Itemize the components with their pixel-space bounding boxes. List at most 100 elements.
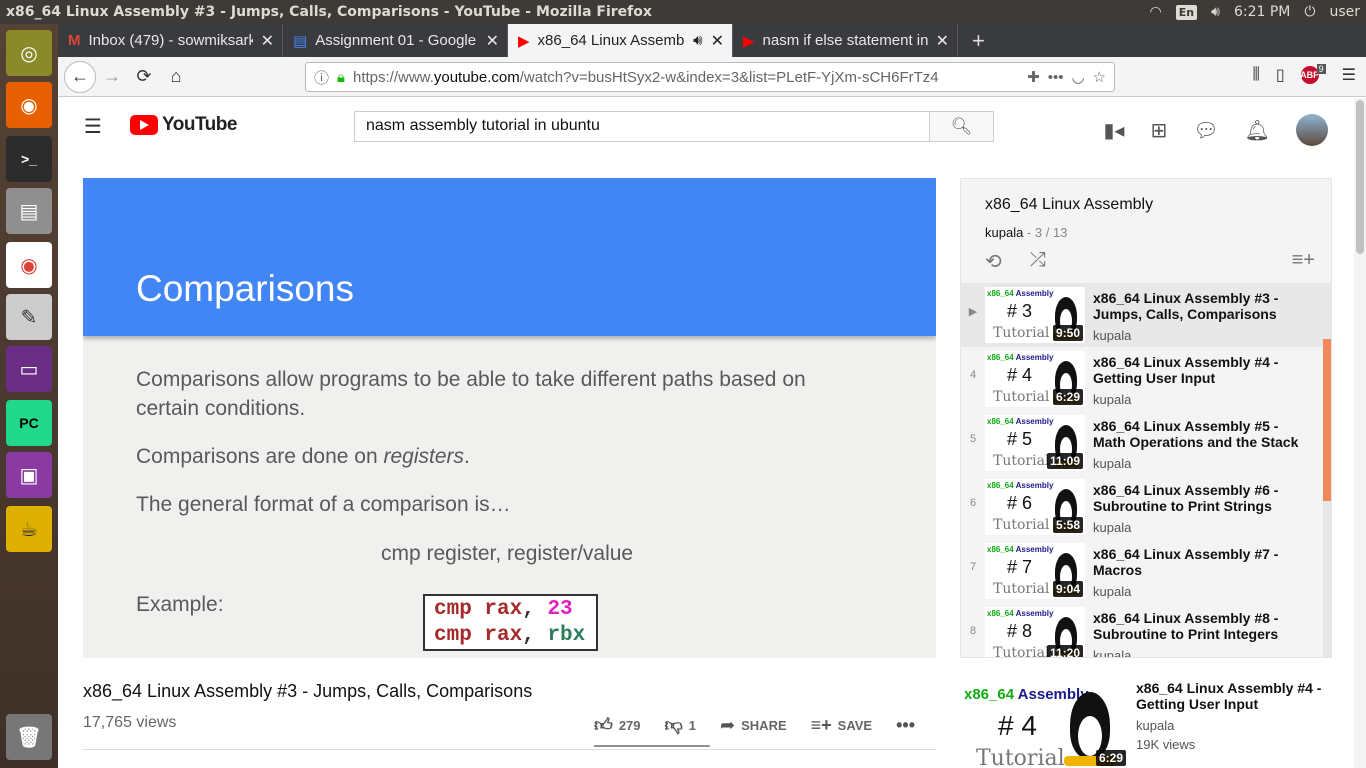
trash-icon[interactable]: 🗑︎ xyxy=(6,714,52,760)
home-button[interactable]: ⌂ xyxy=(160,61,192,93)
playlist-thumbnail[interactable]: x86_64 Assembly # 7 Tutorial 9:04 xyxy=(985,543,1085,599)
up-next-channel[interactable]: kupala xyxy=(1136,718,1326,733)
firefox-icon[interactable]: ◉ xyxy=(6,82,52,128)
playlist-item[interactable]: 7 x86_64 Assembly # 7 Tutorial 9:04 x86_64 Li… xyxy=(961,539,1323,603)
sidebar-icon[interactable]: ▯ xyxy=(1276,65,1285,85)
lock-icon[interactable]: 🔒︎ xyxy=(337,69,345,86)
text-editor-icon[interactable]: ✎ xyxy=(6,294,52,340)
playlist-item-channel[interactable]: kupala xyxy=(1093,328,1131,343)
speaker-icon[interactable]: 🔊︎ xyxy=(693,32,702,49)
info-icon[interactable]: ⓘ xyxy=(314,67,329,88)
menu-icon[interactable]: ☰ xyxy=(1342,65,1356,85)
playlist-item-channel[interactable]: kupala xyxy=(1093,456,1131,471)
playlist-item-title[interactable]: x86_64 Linux Assembly #7 - Macros xyxy=(1093,546,1313,578)
extension-puzzle-icon[interactable]: ✚ xyxy=(1027,68,1040,86)
ubuntu-dash-icon[interactable]: ◎ xyxy=(6,30,52,76)
app-window-icon[interactable]: ▭ xyxy=(6,346,52,392)
save-button[interactable]: ≡+ SAVE xyxy=(811,715,872,736)
wifi-icon[interactable]: ◠ xyxy=(1150,4,1162,20)
more-actions-button[interactable]: ••• xyxy=(896,715,915,736)
playlist-item[interactable]: 8 x86_64 Assembly # 8 Tutorial 11:20 x86_64 L… xyxy=(961,603,1323,657)
power-icon[interactable]: ⏻ xyxy=(1304,4,1315,20)
messages-icon[interactable]: 💬︎ xyxy=(1193,118,1218,143)
close-tab-icon[interactable]: ✕ xyxy=(486,31,499,51)
terminal-icon[interactable]: >_ xyxy=(6,136,52,182)
up-next-video[interactable]: x86_64 Assembly # 4 Tutorial 6:29 x86_64… xyxy=(960,678,1332,768)
guide-menu-icon[interactable]: ☰ xyxy=(84,114,104,139)
url-text[interactable]: https://www.youtube.com/watch?v=busHtSyx… xyxy=(353,69,1019,86)
dislike-button[interactable]: 👎︎ 1 xyxy=(665,714,697,736)
playlist-thumbnail[interactable]: x86_64 Assembly # 3 Tutorial 9:50 xyxy=(985,287,1085,343)
playlist-item-title[interactable]: x86_64 Linux Assembly #8 - Subroutine to… xyxy=(1093,610,1313,642)
playlist-item-title[interactable]: x86_64 Linux Assembly #3 - Jumps, Calls,… xyxy=(1093,290,1313,322)
page-scroll-thumb[interactable] xyxy=(1356,100,1364,254)
youtube-header: ☰ YouTube nasm assembly tutorial in ubun… xyxy=(58,98,1366,154)
playlist-item-title[interactable]: x86_64 Linux Assembly #4 - Getting User … xyxy=(1093,354,1313,386)
playlist-item-channel[interactable]: kupala xyxy=(1093,648,1131,657)
playlist-scrollbar[interactable] xyxy=(1323,283,1331,657)
page-actions-icon[interactable]: ••• xyxy=(1048,69,1064,86)
close-tab-icon[interactable]: ✕ xyxy=(936,31,949,51)
video-player[interactable]: Comparisons Comparisons allow programs t… xyxy=(83,178,936,658)
playlist-scroll-thumb[interactable] xyxy=(1323,339,1331,501)
playlist-title[interactable]: x86_64 Linux Assembly xyxy=(985,196,1153,214)
address-bar[interactable]: ⓘ 🔒︎ https://www.youtube.com/watch?v=bus… xyxy=(305,62,1115,92)
playlist-items: ▶ x86_64 Assembly # 3 Tutorial 9:50 x86_64 Li… xyxy=(961,283,1323,657)
search-button[interactable]: 🔍︎ xyxy=(929,111,994,142)
files-icon[interactable]: ▤ xyxy=(6,188,52,234)
keyboard-layout-indicator[interactable]: En xyxy=(1175,4,1198,20)
teapot-app-icon[interactable]: ☕︎ xyxy=(6,506,52,552)
close-tab-icon[interactable]: ✕ xyxy=(261,31,274,51)
back-button[interactable]: ← xyxy=(64,60,96,93)
playlist-item[interactable]: 5 x86_64 Assembly # 5 Tutorial 11:09 x86_64 L… xyxy=(961,411,1323,475)
playlist-item[interactable]: 4 x86_64 Assembly # 4 Tutorial 6:29 x86_64 Li… xyxy=(961,347,1323,411)
playlist-thumbnail[interactable]: x86_64 Assembly # 5 Tutorial 11:09 xyxy=(985,415,1085,471)
window-title: x86_64 Linux Assembly #3 - Jumps, Calls,… xyxy=(6,4,652,20)
playlist-item-title[interactable]: x86_64 Linux Assembly #5 - Math Operatio… xyxy=(1093,418,1313,450)
tab-youtube-nasm[interactable]: ▶ nasm if else statement in ✕ xyxy=(733,24,958,57)
bookmark-star-icon[interactable]: ☆ xyxy=(1093,68,1106,86)
library-icon[interactable]: ⫼ xyxy=(1252,66,1259,84)
volume-icon[interactable]: 🔊︎ xyxy=(1211,4,1220,20)
playlist-item-channel[interactable]: kupala xyxy=(1093,392,1131,407)
playlist-item[interactable]: 6 x86_64 Assembly # 6 Tutorial 5:58 x86_64 Li… xyxy=(961,475,1323,539)
playlist-channel[interactable]: kupala xyxy=(985,225,1023,240)
playlist-item[interactable]: ▶ x86_64 Assembly # 3 Tutorial 9:50 x86_64 Li… xyxy=(961,283,1323,347)
chrome-icon[interactable]: ◉ xyxy=(6,242,52,288)
clock[interactable]: 6:21 PM xyxy=(1234,4,1290,20)
user-name[interactable]: user xyxy=(1329,4,1360,20)
up-next-title[interactable]: x86_64 Linux Assembly #4 - Getting User … xyxy=(1136,680,1326,712)
thumb-number: # 3 xyxy=(1007,301,1033,321)
share-button[interactable]: ➦ SHARE xyxy=(720,715,787,736)
apps-grid-icon[interactable]: ⊞ xyxy=(1150,118,1167,143)
youtube-logo[interactable]: YouTube xyxy=(130,114,237,136)
notifications-bell-icon[interactable]: 🔔︎ xyxy=(1245,118,1270,143)
forward-button[interactable]: → xyxy=(96,61,128,93)
tab-google-docs[interactable]: ▤ Assignment 01 - Google Docs ✕ xyxy=(283,24,508,57)
create-video-icon[interactable]: ▮◂ xyxy=(1103,118,1124,143)
search-input[interactable]: nasm assembly tutorial in ubuntu xyxy=(354,111,930,142)
tab-gmail[interactable]: M Inbox (479) - sowmiksarker ✕ xyxy=(58,24,283,57)
close-tab-icon[interactable]: ✕ xyxy=(711,31,724,51)
thumb-number: # 4 xyxy=(998,710,1037,741)
avatar[interactable] xyxy=(1296,114,1328,146)
screen-app-icon[interactable]: ▣ xyxy=(6,452,52,498)
add-to-queue-icon[interactable]: ≡+ xyxy=(1292,249,1315,272)
like-button[interactable]: 👍︎ 279 xyxy=(594,714,641,736)
playlist-index: 8 xyxy=(969,625,977,637)
reload-button[interactable]: ⟳ xyxy=(128,61,160,93)
shuffle-icon[interactable]: ⤮ xyxy=(1030,249,1046,274)
tab-youtube-active[interactable]: ▶ x86_64 Linux Assembly #3 🔊︎ ✕ xyxy=(508,24,733,57)
playlist-thumbnail[interactable]: x86_64 Assembly # 4 Tutorial 6:29 xyxy=(985,351,1085,407)
loop-icon[interactable]: ⟲ xyxy=(985,249,1002,274)
playlist-thumbnail[interactable]: x86_64 Assembly # 8 Tutorial 11:20 xyxy=(985,607,1085,657)
playlist-thumbnail[interactable]: x86_64 Assembly # 6 Tutorial 5:58 xyxy=(985,479,1085,535)
playlist-item-channel[interactable]: kupala xyxy=(1093,584,1131,599)
playlist-item-channel[interactable]: kupala xyxy=(1093,520,1131,535)
playlist-item-title[interactable]: x86_64 Linux Assembly #6 - Subroutine to… xyxy=(1093,482,1313,514)
up-next-thumbnail[interactable]: x86_64 Assembly # 4 Tutorial 6:29 xyxy=(960,678,1128,768)
pocket-icon[interactable]: ◡ xyxy=(1071,68,1084,86)
page-scrollbar[interactable] xyxy=(1354,98,1366,768)
pycharm-icon[interactable]: PC xyxy=(6,400,52,446)
new-tab-button[interactable]: + xyxy=(958,24,999,57)
